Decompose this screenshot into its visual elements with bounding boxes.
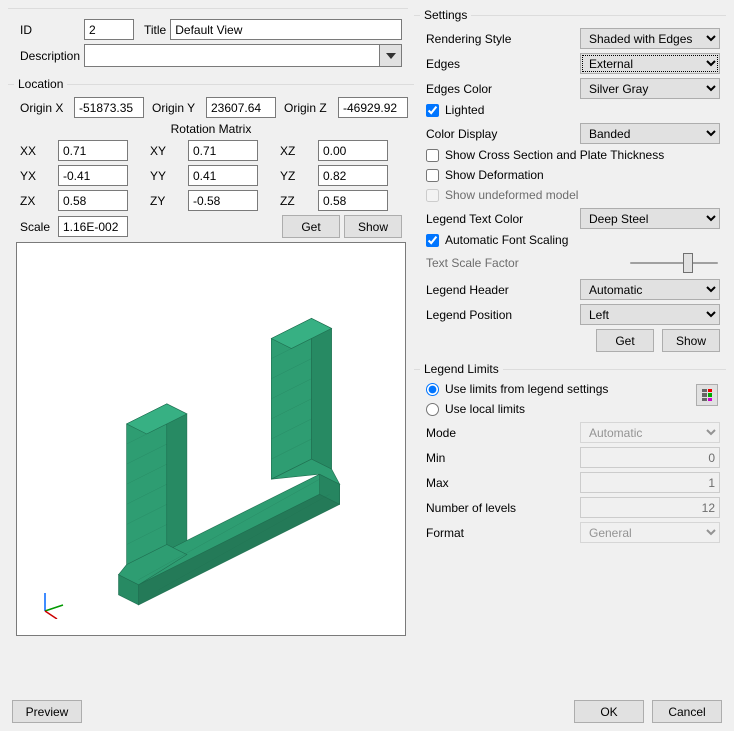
settings-show-button[interactable]: Show <box>662 329 720 352</box>
yz-input[interactable] <box>318 165 388 186</box>
yx-input[interactable] <box>58 165 128 186</box>
legend-settings-button[interactable] <box>696 384 718 406</box>
legend-position-select[interactable]: Left <box>580 304 720 325</box>
show-deform-checkbox[interactable] <box>426 169 439 182</box>
settings-legend: Settings <box>420 8 471 22</box>
xz-label: XZ <box>280 144 314 158</box>
mode-select: Automatic <box>580 422 720 443</box>
preview-button[interactable]: Preview <box>12 700 82 723</box>
min-label: Min <box>426 451 524 465</box>
show-deform-label: Show Deformation <box>445 168 544 182</box>
zy-input[interactable] <box>188 190 258 211</box>
axis-triad-icon <box>37 589 67 619</box>
location-show-button[interactable]: Show <box>344 215 402 238</box>
origin-y-input[interactable] <box>206 97 276 118</box>
origin-x-label: Origin X <box>20 101 70 115</box>
max-label: Max <box>426 476 524 490</box>
yz-label: YZ <box>280 169 314 183</box>
settings-group: Settings Rendering Style Shaded with Edge… <box>414 8 726 356</box>
edges-label: Edges <box>426 57 524 71</box>
model-preview[interactable] <box>16 242 406 636</box>
location-group: Location Origin X Origin Y Origin Z Rota… <box>8 77 414 640</box>
zz-label: ZZ <box>280 194 314 208</box>
origin-z-label: Origin Z <box>284 101 334 115</box>
edges-color-select[interactable]: Silver Gray <box>580 78 720 99</box>
min-input <box>580 447 720 468</box>
auto-font-label: Automatic Font Scaling <box>445 233 568 247</box>
xx-label: XX <box>20 144 54 158</box>
legend-text-color-label: Legend Text Color <box>426 212 524 226</box>
xy-label: XY <box>150 144 184 158</box>
show-undeformed-label: Show undeformed model <box>445 188 578 202</box>
show-cross-checkbox[interactable] <box>426 149 439 162</box>
show-undeformed-checkbox <box>426 189 439 202</box>
title-label: Title <box>144 23 166 37</box>
xx-input[interactable] <box>58 140 128 161</box>
location-legend: Location <box>14 77 67 91</box>
settings-get-button[interactable]: Get <box>596 329 654 352</box>
max-input <box>580 472 720 493</box>
legend-palette-icon <box>702 389 712 401</box>
use-settings-radio[interactable] <box>426 383 439 396</box>
yx-label: YX <box>20 169 54 183</box>
description-label: Description <box>20 49 80 63</box>
edges-select[interactable]: External <box>580 53 720 74</box>
format-select: General <box>580 522 720 543</box>
rendering-style-select[interactable]: Shaded with Edges <box>580 28 720 49</box>
use-local-label: Use local limits <box>445 402 525 416</box>
show-cross-label: Show Cross Section and Plate Thickness <box>445 148 664 162</box>
legend-limits-legend: Legend Limits <box>420 362 503 376</box>
origin-z-input[interactable] <box>338 97 408 118</box>
ok-button[interactable]: OK <box>574 700 644 723</box>
rendering-style-label: Rendering Style <box>426 32 524 46</box>
lighted-checkbox[interactable] <box>426 104 439 117</box>
legend-position-label: Legend Position <box>426 308 524 322</box>
id-input[interactable] <box>84 19 134 40</box>
id-label: ID <box>20 23 80 37</box>
yy-label: YY <box>150 169 184 183</box>
auto-font-checkbox[interactable] <box>426 234 439 247</box>
description-input[interactable] <box>84 44 379 67</box>
color-display-label: Color Display <box>426 127 524 141</box>
zx-label: ZX <box>20 194 54 208</box>
origin-x-input[interactable] <box>74 97 144 118</box>
rotation-matrix-label: Rotation Matrix <box>8 122 414 136</box>
legend-header-label: Legend Header <box>426 283 524 297</box>
title-input[interactable] <box>170 19 402 40</box>
location-get-button[interactable]: Get <box>282 215 340 238</box>
levels-input <box>580 497 720 518</box>
edges-color-label: Edges Color <box>426 82 524 96</box>
use-local-radio[interactable] <box>426 403 439 416</box>
mode-label: Mode <box>426 426 524 440</box>
zx-input[interactable] <box>58 190 128 211</box>
cancel-button[interactable]: Cancel <box>652 700 722 723</box>
xz-input[interactable] <box>318 140 388 161</box>
model-render <box>17 243 405 635</box>
legend-text-color-select[interactable]: Deep Steel <box>580 208 720 229</box>
scale-label: Scale <box>20 220 54 234</box>
zz-input[interactable] <box>318 190 388 211</box>
use-settings-label: Use limits from legend settings <box>445 382 608 396</box>
description-dropdown-button[interactable] <box>379 44 402 67</box>
xy-input[interactable] <box>188 140 258 161</box>
scale-input[interactable] <box>58 216 128 237</box>
legend-header-select[interactable]: Automatic <box>580 279 720 300</box>
text-scale-slider <box>628 253 720 273</box>
lighted-label: Lighted <box>445 103 484 117</box>
color-display-select[interactable]: Banded <box>580 123 720 144</box>
chevron-down-icon <box>386 53 396 59</box>
text-scale-label: Text Scale Factor <box>426 256 524 270</box>
legend-limits-group: Legend Limits Use limits from legend set… <box>414 362 726 551</box>
format-label: Format <box>426 526 524 540</box>
yy-input[interactable] <box>188 165 258 186</box>
levels-label: Number of levels <box>426 501 524 515</box>
zy-label: ZY <box>150 194 184 208</box>
origin-y-label: Origin Y <box>152 101 202 115</box>
